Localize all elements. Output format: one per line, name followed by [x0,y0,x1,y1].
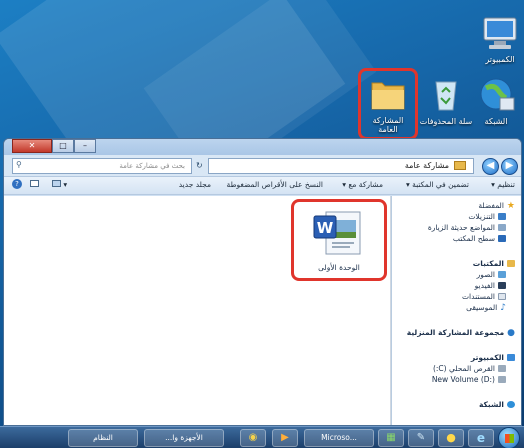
maximize-button[interactable]: □ [52,139,74,153]
pictures-icon [498,271,506,278]
recycle-bin-icon [426,76,466,114]
address-row: بحث في مشاركة عامة ⚲ ↻ مشاركة عامة ◀ ▶ [4,155,521,177]
desktop-icon-label: الشبكة [484,117,508,126]
preview-pane-icon [30,180,39,187]
taskbar-ie-icon[interactable]: e [468,429,494,447]
taskbar-media-icon[interactable]: ▶ [272,429,298,447]
explorer-content: W الوحدة الأولى ★ المفضلة التنزيلات المو… [4,196,521,425]
navigation-pane: ★ المفضلة التنزيلات المواضع حديثة الزيار… [391,196,521,425]
window-titlebar[interactable]: ✕ □ – [4,139,521,155]
refresh-button[interactable]: ↻ [196,158,206,174]
nav-item-videos[interactable]: الفيديو [392,280,515,291]
desktop-icon-public-folder[interactable]: المشاركة العامة [358,68,418,140]
tool-icon: ✎ [416,432,426,443]
close-button[interactable]: ✕ [12,139,52,153]
file-item-word-document[interactable]: W الوحدة الأولى [291,199,387,281]
breadcrumb: مشاركة عامة [404,161,449,170]
search-icon: ⚲ [16,160,22,169]
drive-icon [498,365,506,372]
windows-logo-icon [504,434,514,443]
videos-icon [498,282,506,289]
browser-icon: ◉ [248,432,258,443]
view-icon [52,180,61,187]
taskbar-task-word[interactable]: Microso... [304,429,374,447]
nav-item-homegroup[interactable]: ● مجموعة المشاركة المنزلية [392,327,515,338]
minimize-button[interactable]: – [74,139,96,153]
desktop-icon-label: المشاركة العامة [372,116,404,134]
libraries-icon [507,260,515,267]
help-icon: ? [12,179,22,189]
documents-icon [498,293,506,300]
organize-menu[interactable]: تنظيم ▾ [491,180,515,189]
folder-icon [454,161,466,170]
file-list-pane[interactable]: W الوحدة الأولى [4,196,390,425]
music-icon: ♪ [500,302,506,313]
word-document-icon: W [312,208,366,256]
start-button[interactable] [498,427,520,448]
nav-item-network[interactable]: الشبكة [392,399,515,410]
taskbar-tool-icon[interactable]: ✎ [408,429,434,447]
view-options-button[interactable]: ▾ [52,180,67,189]
forward-button[interactable]: ▶ [501,158,518,175]
preview-pane-button[interactable] [30,180,39,189]
spreadsheet-icon: ▦ [386,432,396,443]
burn-button[interactable]: النسخ على الأقراص المضغوطة [227,180,323,189]
homegroup-icon: ● [507,327,515,338]
share-with-menu[interactable]: مشاركة مع ▾ [342,180,383,189]
nav-item-music[interactable]: ♪ الموسيقى [392,302,515,313]
desktop-icon-computer[interactable]: الكمبيوتر [470,14,524,64]
explorer-window: ✕ □ – بحث في مشاركة عامة ⚲ ↻ مشاركة عامة… [3,138,522,426]
nav-item-libraries[interactable]: المكتبات [392,258,515,269]
desktop-icon-label: سلة المحذوفات [419,117,473,126]
nav-item-downloads[interactable]: التنزيلات [392,211,515,222]
file-name-label: الوحدة الأولى [318,263,360,272]
nav-item-recent-places[interactable]: المواضع حديثة الزيارة [392,222,515,233]
network-globe-icon [476,76,516,114]
star-icon: ★ [506,200,515,211]
media-player-icon: ▶ [281,432,289,443]
taskbar-calc-icon[interactable]: ▦ [378,429,404,447]
nav-item-documents[interactable]: المستندات [392,291,515,302]
desktop-icon [498,235,506,242]
internet-explorer-icon: e [476,431,486,445]
folder-icon [368,75,408,113]
back-button[interactable]: ◀ [482,158,499,175]
taskbar-task-system[interactable]: النظام [68,429,138,447]
nav-item-new-volume[interactable]: New Volume (D:) [392,374,515,385]
nav-item-computer[interactable]: الكمبيوتر [392,352,515,363]
taskbar-task-devices[interactable]: الأجهزة وا... [144,429,224,447]
recent-places-icon [498,224,506,231]
include-in-library-menu[interactable]: تضمين في المكتبة ▾ [406,180,469,189]
paint-palette-icon: ● [446,431,456,444]
nav-item-favorites[interactable]: ★ المفضلة [392,200,515,211]
search-input[interactable]: بحث في مشاركة عامة [12,158,192,174]
new-folder-button[interactable]: مجلد جديد [179,180,211,189]
command-toolbar: تنظيم ▾ تضمين في المكتبة ▾ مشاركة مع ▾ ا… [4,177,521,195]
svg-text:W: W [317,219,334,237]
downloads-icon [498,213,506,220]
help-button[interactable]: ? [12,179,22,189]
nav-item-pictures[interactable]: الصور [392,269,515,280]
taskbar-paint-icon[interactable]: ● [438,429,464,447]
computer-icon [507,354,515,361]
desktop-icon-network[interactable]: الشبكة [466,76,524,126]
drive-icon [498,376,506,383]
taskbar: e ● ✎ ▦ Microso... ▶ ◉ الأجهزة وا... الن… [0,426,524,448]
address-bar[interactable]: مشاركة عامة [208,158,474,174]
desktop-icon-label: الكمبيوتر [485,55,515,64]
nav-item-desktop[interactable]: سطح المكتب [392,233,515,244]
computer-icon [480,14,520,52]
taskbar-chrome-icon[interactable]: ◉ [240,429,266,447]
network-icon [507,401,515,408]
nav-item-local-disk[interactable]: القرص المحلي (C:) [392,363,515,374]
